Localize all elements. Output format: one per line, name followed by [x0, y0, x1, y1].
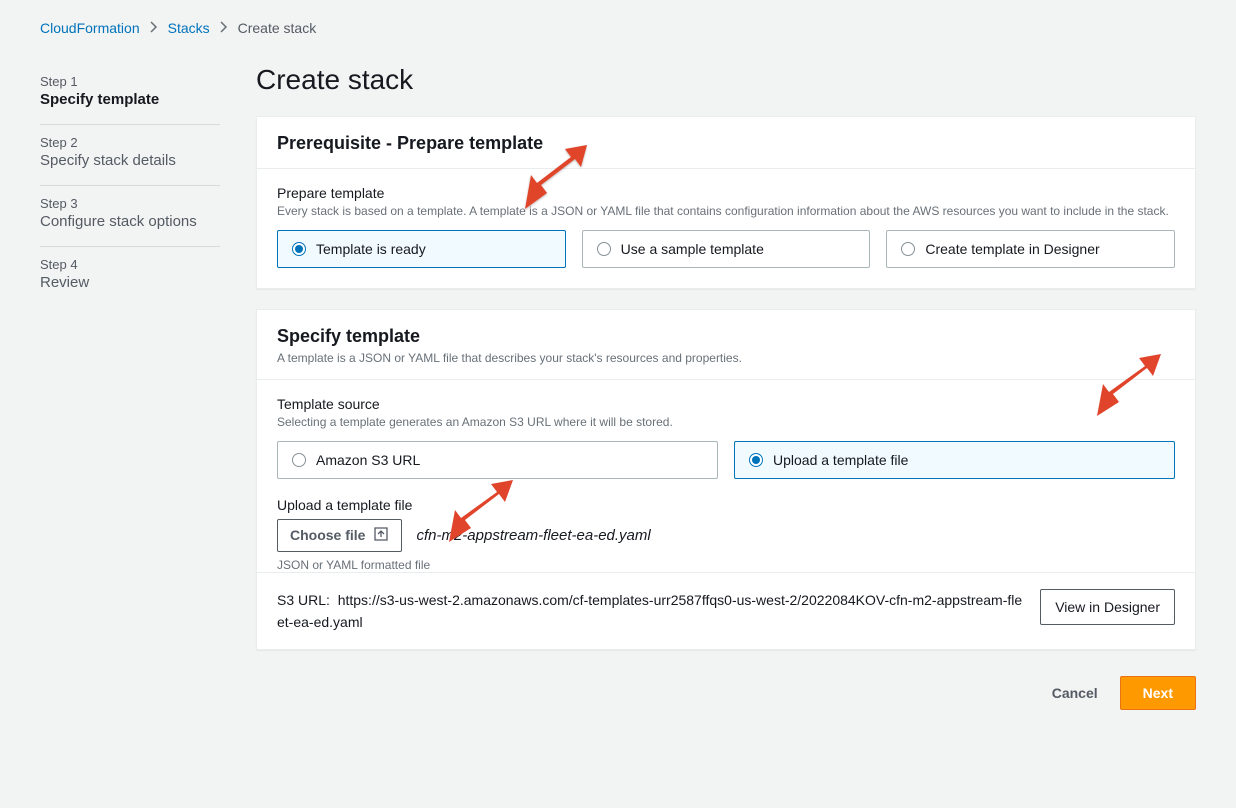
radio-create-in-designer[interactable]: Create template in Designer	[886, 230, 1175, 268]
cancel-button[interactable]: Cancel	[1042, 676, 1108, 710]
radio-icon	[292, 453, 306, 467]
wizard-step-2[interactable]: Step 2 Specify stack details	[40, 125, 220, 186]
step-title: Specify template	[40, 91, 220, 108]
radio-label: Upload a template file	[773, 452, 908, 468]
step-title: Specify stack details	[40, 152, 220, 169]
breadcrumb-stacks[interactable]: Stacks	[168, 20, 210, 36]
upload-icon	[373, 526, 389, 545]
uploaded-filename: cfn-m2-appstream-fleet-ea-ed.yaml	[416, 527, 650, 544]
s3-url-value: https://s3-us-west-2.amazonaws.com/cf-te…	[277, 592, 1022, 630]
radio-label: Create template in Designer	[925, 241, 1099, 257]
wizard-step-1[interactable]: Step 1 Specify template	[40, 64, 220, 125]
radio-label: Amazon S3 URL	[316, 452, 420, 468]
wizard-steps: Step 1 Specify template Step 2 Specify s…	[40, 64, 220, 730]
page-title: Create stack	[256, 64, 1196, 96]
radio-icon	[901, 242, 915, 256]
s3-url-display: S3 URL: https://s3-us-west-2.amazonaws.c…	[277, 589, 1028, 634]
step-number: Step 4	[40, 257, 220, 272]
step-number: Step 3	[40, 196, 220, 211]
panel-subtitle: A template is a JSON or YAML file that d…	[277, 351, 1175, 365]
chevron-right-icon	[150, 20, 158, 36]
choose-file-button[interactable]: Choose file	[277, 519, 402, 552]
breadcrumb-cloudformation[interactable]: CloudFormation	[40, 20, 140, 36]
field-label: Upload a template file	[277, 497, 1175, 513]
panel-title: Prerequisite - Prepare template	[277, 133, 1175, 154]
field-label: Prepare template	[277, 185, 1175, 201]
view-in-designer-button[interactable]: View in Designer	[1040, 589, 1175, 625]
wizard-step-4[interactable]: Step 4 Review	[40, 247, 220, 307]
main-content: Create stack Prerequisite - Prepare temp…	[256, 64, 1196, 730]
radio-upload-file[interactable]: Upload a template file	[734, 441, 1175, 479]
step-title: Configure stack options	[40, 213, 220, 230]
radio-template-ready[interactable]: Template is ready	[277, 230, 566, 268]
field-hint: JSON or YAML formatted file	[277, 558, 1175, 572]
radio-icon	[749, 453, 763, 467]
footer-actions: Cancel Next	[256, 670, 1196, 730]
radio-label: Template is ready	[316, 241, 426, 257]
button-label: Choose file	[290, 527, 365, 543]
breadcrumb-current: Create stack	[238, 20, 317, 36]
prepare-template-radio-group: Template is ready Use a sample template …	[277, 230, 1175, 268]
wizard-step-3[interactable]: Step 3 Configure stack options	[40, 186, 220, 247]
radio-label: Use a sample template	[621, 241, 764, 257]
radio-s3-url[interactable]: Amazon S3 URL	[277, 441, 718, 479]
s3-url-label: S3 URL:	[277, 592, 330, 608]
radio-icon	[597, 242, 611, 256]
field-description: Selecting a template generates an Amazon…	[277, 414, 1175, 431]
panel-title: Specify template	[277, 326, 1175, 347]
next-button[interactable]: Next	[1120, 676, 1196, 710]
field-label: Template source	[277, 396, 1175, 412]
template-source-radio-group: Amazon S3 URL Upload a template file	[277, 441, 1175, 479]
step-title: Review	[40, 274, 220, 291]
panel-specify-template: Specify template A template is a JSON or…	[256, 309, 1196, 651]
step-number: Step 2	[40, 135, 220, 150]
radio-sample-template[interactable]: Use a sample template	[582, 230, 871, 268]
panel-prerequisite: Prerequisite - Prepare template Prepare …	[256, 116, 1196, 289]
step-number: Step 1	[40, 74, 220, 89]
radio-icon	[292, 242, 306, 256]
chevron-right-icon	[220, 20, 228, 36]
breadcrumb: CloudFormation Stacks Create stack	[40, 20, 1196, 36]
field-description: Every stack is based on a template. A te…	[277, 203, 1175, 220]
